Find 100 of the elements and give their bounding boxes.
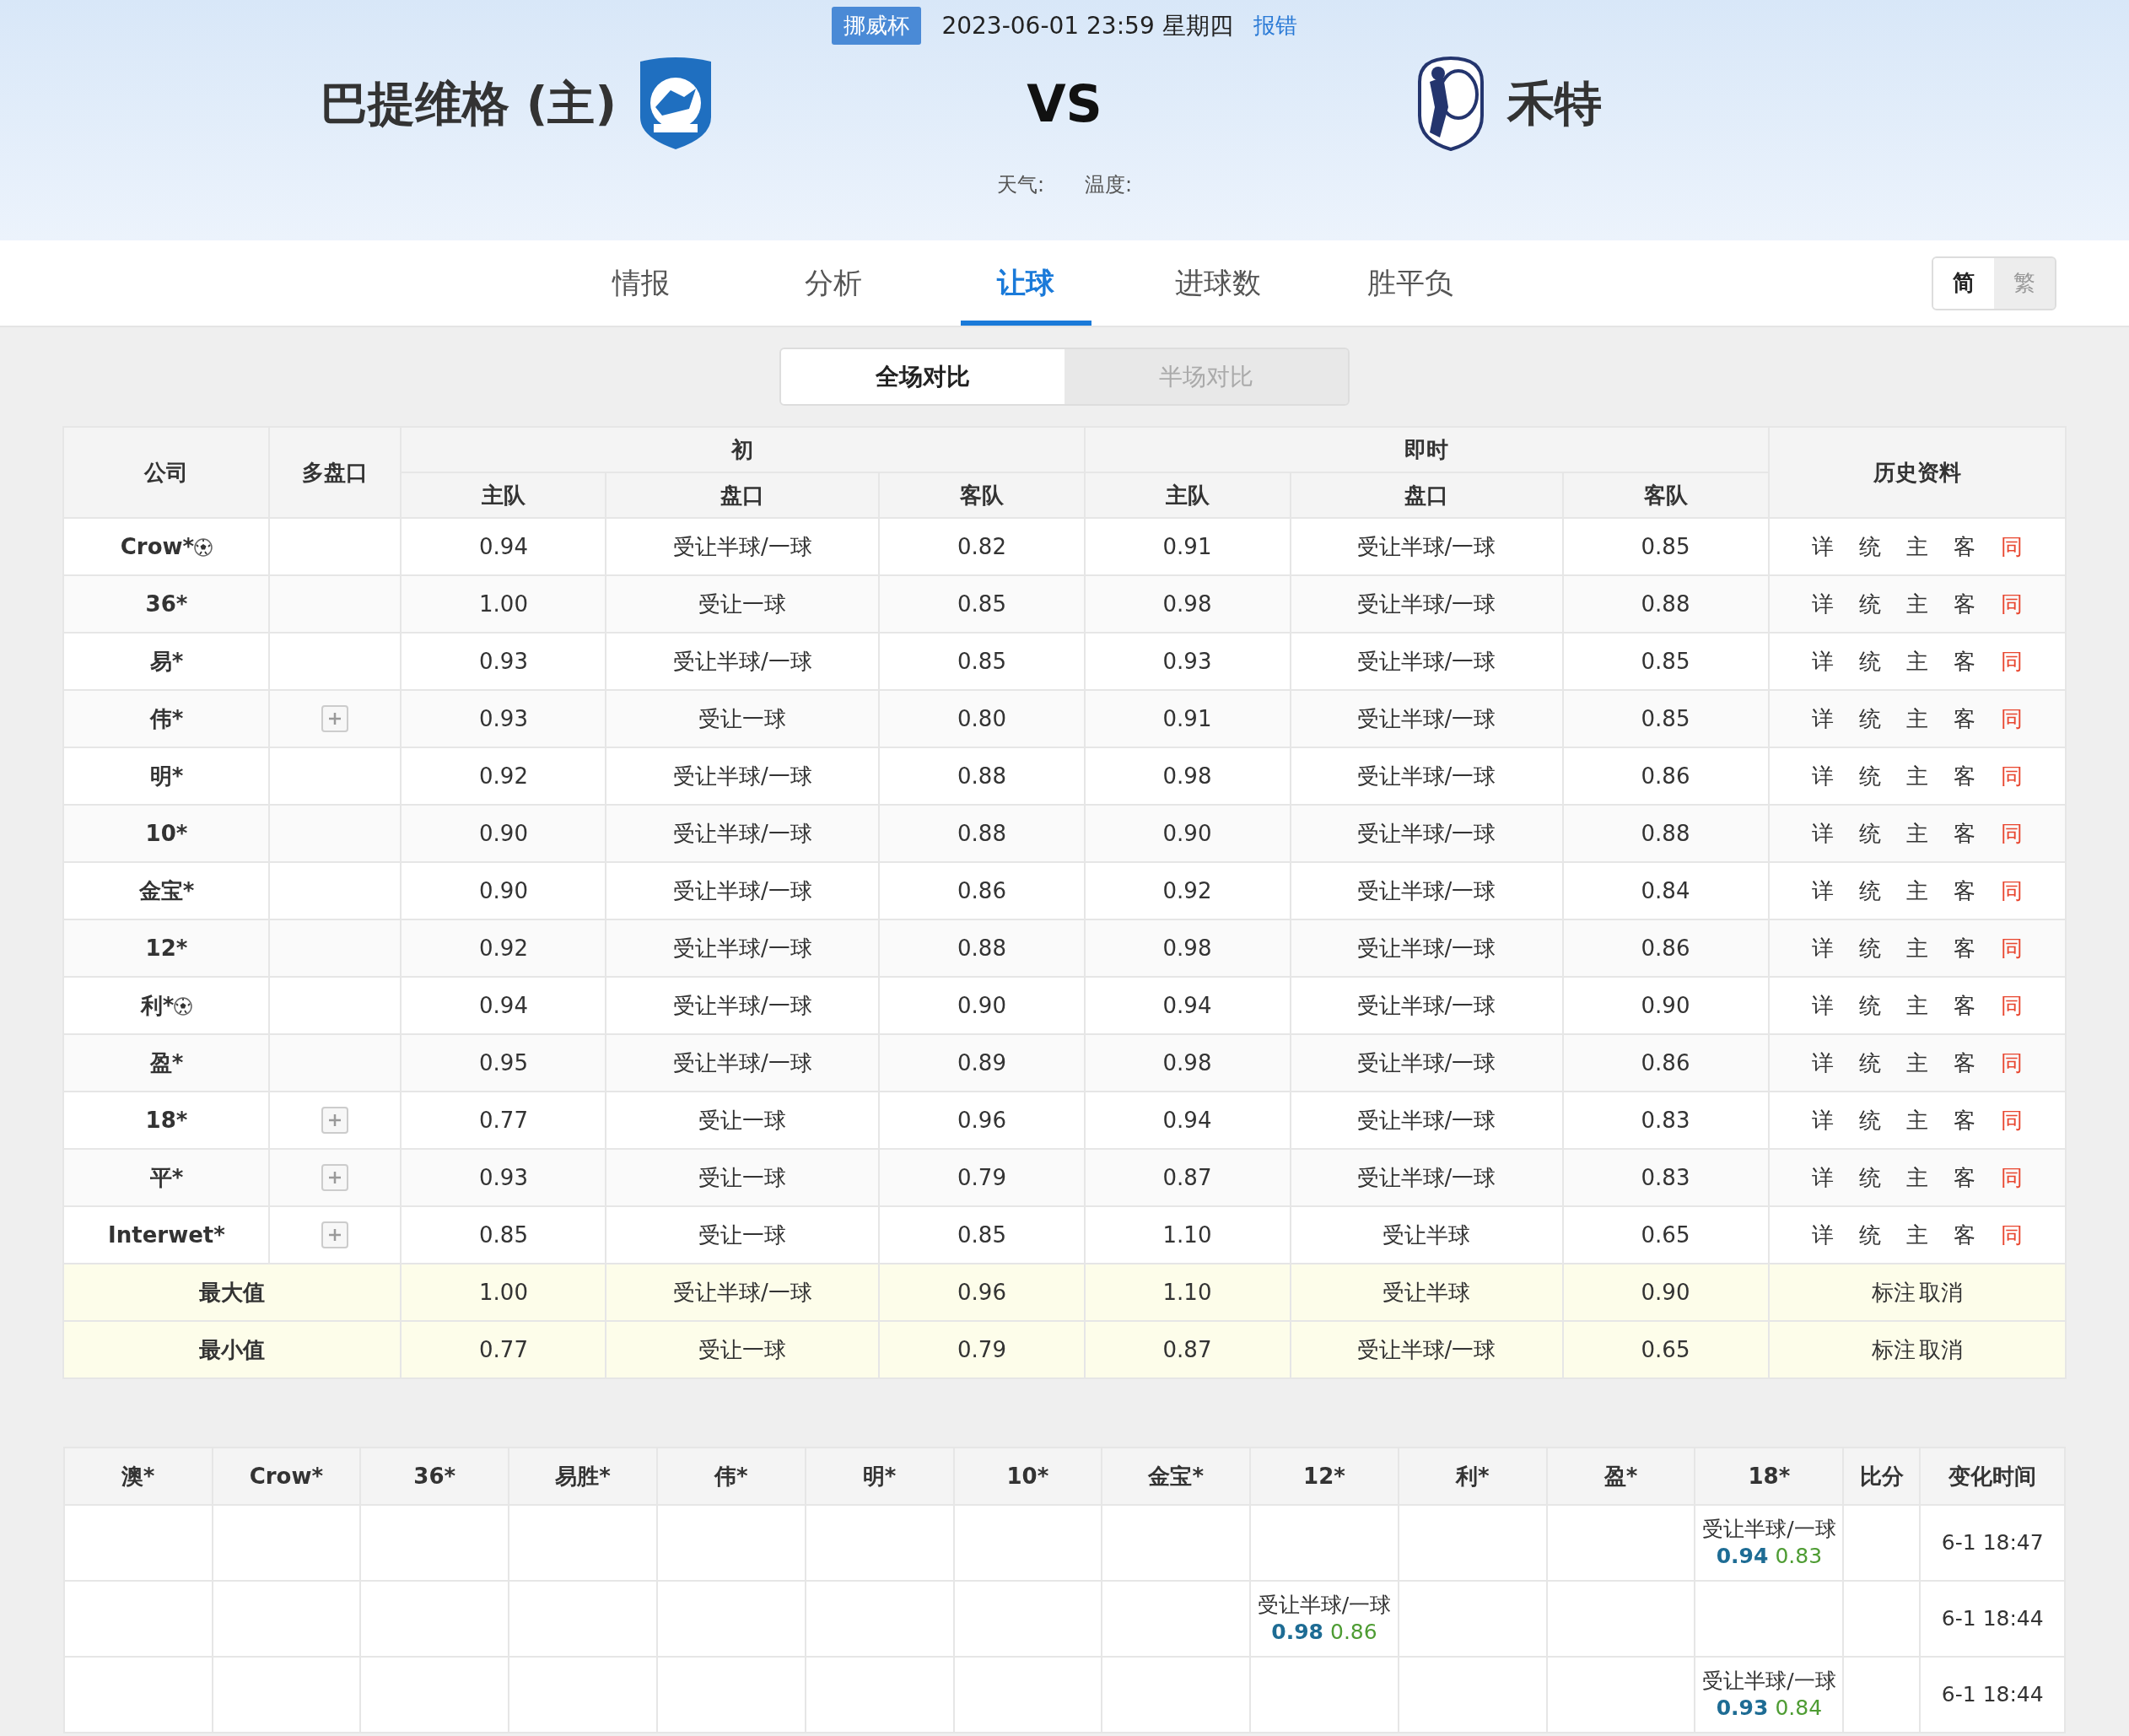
history-link[interactable]: 客 [1953, 1046, 1975, 1080]
history-link[interactable]: 同 [2000, 1161, 2023, 1194]
history-link[interactable]: 同 [2000, 530, 2023, 563]
history-link[interactable]: 同 [2000, 644, 2023, 678]
history-link[interactable]: 主 [1905, 1046, 1928, 1080]
history-link[interactable]: 详 [1811, 874, 1834, 908]
history-link[interactable]: 客 [1953, 931, 1975, 965]
company-name: Interwet* [108, 1221, 225, 1248]
history-link[interactable]: 主 [1905, 530, 1928, 563]
history-link[interactable]: 同 [2000, 759, 2023, 793]
company-name: 盈* [149, 1049, 184, 1076]
history-link[interactable]: 客 [1953, 530, 1975, 563]
history-link[interactable]: 统 [1858, 931, 1881, 965]
history-link[interactable]: 同 [2000, 1103, 2023, 1137]
tab[interactable]: 胜平负 [1345, 240, 1476, 326]
history-link[interactable]: 同 [2000, 1218, 2023, 1252]
history-link[interactable]: 同 [2000, 587, 2023, 621]
history-link[interactable]: 客 [1953, 759, 1975, 793]
tab[interactable]: 分析 [768, 240, 899, 326]
tab[interactable]: 进球数 [1152, 240, 1284, 326]
odds-cell: 0.96 [879, 1264, 1085, 1321]
expand-button[interactable] [321, 704, 349, 732]
history-link[interactable]: 统 [1858, 1046, 1881, 1080]
odds-cell: 受让半球/一球 [606, 1034, 880, 1092]
history-link[interactable]: 详 [1811, 759, 1834, 793]
history-link[interactable]: 同 [2000, 874, 2023, 908]
history-link[interactable]: 同 [2000, 1046, 2023, 1080]
odds-cell: 受让半球/一球 [606, 1264, 880, 1321]
history-link[interactable]: 统 [1858, 1218, 1881, 1252]
history-link[interactable]: 客 [1953, 587, 1975, 621]
history-link[interactable]: 主 [1905, 874, 1928, 908]
history-link[interactable]: 统 [1858, 817, 1881, 850]
history-link[interactable]: 主 [1905, 817, 1928, 850]
history-link[interactable]: 同 [2000, 817, 2023, 850]
expand-button[interactable] [321, 1221, 349, 1248]
history-link[interactable]: 同 [2000, 702, 2023, 736]
competition-badge: 挪威杯 [832, 7, 922, 45]
company-name: 明* [149, 763, 184, 789]
history-link[interactable]: 主 [1905, 1161, 1928, 1194]
history-link[interactable]: 主 [1905, 1103, 1928, 1137]
history-link[interactable]: 客 [1953, 989, 1975, 1022]
history-link[interactable]: 详 [1811, 702, 1834, 736]
history-link[interactable]: 统 [1858, 530, 1881, 563]
history-link[interactable]: 详 [1811, 1103, 1834, 1137]
history-link[interactable]: 统 [1858, 1103, 1881, 1137]
column-header: 明* [805, 1448, 954, 1505]
match-datetime: 2023-06-01 23:59 星期四 [941, 10, 1233, 41]
history-link[interactable]: 主 [1905, 1218, 1928, 1252]
action-link[interactable]: 标注 [1871, 1333, 1916, 1367]
odds-cell: 1.10 [1084, 1264, 1291, 1321]
history-link[interactable]: 主 [1905, 587, 1928, 621]
history-link[interactable]: 客 [1953, 1218, 1975, 1252]
tab[interactable]: 情报 [575, 240, 707, 326]
history-link[interactable]: 主 [1905, 702, 1928, 736]
history-link[interactable]: 详 [1811, 1046, 1834, 1080]
history-link[interactable]: 客 [1953, 1103, 1975, 1137]
history-link[interactable]: 详 [1811, 817, 1834, 850]
history-link[interactable]: 客 [1953, 817, 1975, 850]
action-link[interactable]: 取消 [1918, 1333, 1963, 1367]
column-header: 盘口 [1290, 472, 1563, 518]
action-link[interactable]: 标注 [1871, 1275, 1916, 1309]
column-header: 公司 [63, 427, 270, 518]
history-link[interactable]: 客 [1953, 874, 1975, 908]
compare-toggle-button[interactable]: 全场对比 [781, 349, 1064, 404]
history-link[interactable]: 详 [1811, 530, 1834, 563]
history-link[interactable]: 统 [1858, 759, 1881, 793]
history-link[interactable]: 详 [1811, 931, 1834, 965]
tab[interactable]: 让球 [960, 240, 1091, 326]
history-link[interactable]: 统 [1858, 1161, 1881, 1194]
history-link[interactable]: 详 [1811, 644, 1834, 678]
history-link[interactable]: 统 [1858, 587, 1881, 621]
history-link[interactable]: 主 [1905, 931, 1928, 965]
action-link[interactable]: 取消 [1918, 1275, 1963, 1309]
history-link[interactable]: 详 [1811, 1218, 1834, 1252]
change-time: 6-1 18:44 [1920, 1657, 2066, 1733]
odds-cell: 1.00 [401, 1264, 606, 1321]
history-link[interactable]: 详 [1811, 989, 1834, 1022]
odds-cell: 受让半球/一球 [1290, 919, 1563, 977]
history-link[interactable]: 统 [1858, 644, 1881, 678]
history-link[interactable]: 同 [2000, 931, 2023, 965]
history-link[interactable]: 统 [1858, 989, 1881, 1022]
expand-button[interactable] [321, 1163, 349, 1191]
history-link[interactable]: 统 [1858, 702, 1881, 736]
history-link[interactable]: 客 [1953, 1161, 1975, 1194]
history-link[interactable]: 主 [1905, 989, 1928, 1022]
odds-cell: 受让半球 [1290, 1264, 1563, 1321]
history-link[interactable]: 同 [2000, 989, 2023, 1022]
history-link[interactable]: 详 [1811, 587, 1834, 621]
history-link[interactable]: 客 [1953, 702, 1975, 736]
column-header: 18* [1695, 1448, 1844, 1505]
history-link[interactable]: 统 [1858, 874, 1881, 908]
script-toggle-button[interactable]: 简 [1933, 257, 1994, 309]
expand-button[interactable] [321, 1106, 349, 1134]
history-link[interactable]: 主 [1905, 759, 1928, 793]
history-link[interactable]: 主 [1905, 644, 1928, 678]
plus-icon [327, 1169, 343, 1185]
column-header: 盈* [1546, 1448, 1695, 1505]
history-link[interactable]: 详 [1811, 1161, 1834, 1194]
history-link[interactable]: 客 [1953, 644, 1975, 678]
odds-cell: 0.98 [1084, 1034, 1291, 1092]
